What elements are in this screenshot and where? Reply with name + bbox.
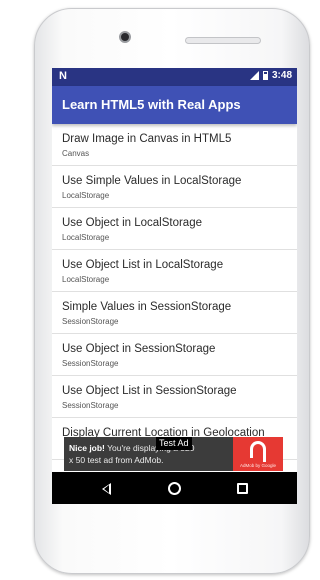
- home-icon[interactable]: [168, 482, 181, 495]
- list-item[interactable]: Simple Values in SessionStorage SessionS…: [52, 292, 297, 334]
- list-item[interactable]: Draw Image in Canvas in HTML5 Canvas: [52, 124, 297, 166]
- ad-logo-caption: AdMob by Google: [239, 463, 277, 468]
- list-item-subtitle: SessionStorage: [62, 401, 119, 410]
- test-ad-label: Test Ad: [156, 437, 192, 450]
- battery-icon: [262, 71, 268, 80]
- status-icons: 3:48: [249, 70, 292, 81]
- app-title: Learn HTML5 with Real Apps: [62, 97, 241, 112]
- list-item[interactable]: Use Object List in SessionStorage Sessio…: [52, 376, 297, 418]
- list-item-title: Use Object List in LocalStorage: [62, 259, 224, 271]
- list-item-subtitle: SessionStorage: [62, 317, 119, 326]
- signal-icon: [249, 71, 259, 80]
- admob-glyph-icon: [250, 441, 266, 462]
- back-icon[interactable]: [102, 483, 111, 495]
- front-camera: [119, 31, 131, 43]
- admob-logo-icon[interactable]: AdMob by Google: [233, 437, 283, 471]
- list-item[interactable]: Use Simple Values in LocalStorage LocalS…: [52, 166, 297, 208]
- list-item-title: Use Simple Values in LocalStorage: [62, 175, 242, 187]
- notification-icon: N: [59, 70, 67, 82]
- list-item-title: Use Object List in SessionStorage: [62, 385, 237, 397]
- device-screen: N 3:48 Learn HTML5 with Real Apps Draw I…: [52, 68, 297, 504]
- list-item-title: Simple Values in SessionStorage: [62, 301, 232, 313]
- list-item[interactable]: Use Object List in LocalStorage LocalSto…: [52, 250, 297, 292]
- recents-icon[interactable]: [237, 483, 248, 494]
- earpiece-speaker: [185, 37, 261, 44]
- list-item[interactable]: Use Object in LocalStorage LocalStorage: [52, 208, 297, 250]
- list-item-subtitle: LocalStorage: [62, 233, 110, 242]
- ad-body-line2: test ad from AdMob.: [87, 455, 164, 465]
- list-item-title: Use Object in SessionStorage: [62, 343, 216, 355]
- list-item-subtitle: LocalStorage: [62, 275, 110, 284]
- navigation-bar: [52, 472, 297, 504]
- ad-headline: Nice job!: [69, 443, 105, 453]
- app-bar: Learn HTML5 with Real Apps: [52, 86, 297, 124]
- status-time: 3:48: [271, 70, 292, 81]
- status-bar: N 3:48: [52, 68, 297, 86]
- list-item-subtitle: Canvas: [62, 149, 90, 158]
- list-item-title: Use Object in LocalStorage: [62, 217, 202, 229]
- list-item-subtitle: LocalStorage: [62, 191, 110, 200]
- list-item-subtitle: SessionStorage: [62, 359, 119, 368]
- list-item-title: Draw Image in Canvas in HTML5: [62, 133, 232, 145]
- topic-list: Draw Image in Canvas in HTML5 Canvas Use…: [52, 124, 297, 460]
- list-item[interactable]: Use Object in SessionStorage SessionStor…: [52, 334, 297, 376]
